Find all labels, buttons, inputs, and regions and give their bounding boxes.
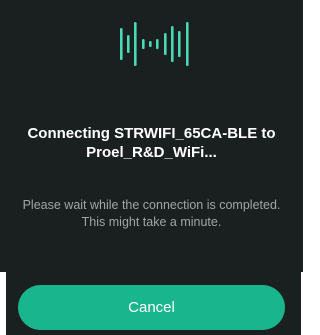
wave-bar	[156, 39, 159, 49]
connection-dialog: Connecting STRWIFI_65CA-BLE to Proel_R&D…	[0, 0, 303, 335]
wave-bar	[127, 35, 130, 53]
wifi-waveform-icon	[120, 22, 189, 66]
page-edge	[0, 272, 6, 335]
wave-bar	[120, 28, 123, 60]
wave-bar	[142, 39, 145, 49]
wave-bar	[186, 22, 189, 66]
wave-bar	[149, 41, 152, 47]
wave-bar	[134, 22, 137, 66]
wave-bar	[171, 26, 174, 62]
wave-bar	[164, 33, 167, 55]
cancel-button[interactable]: Cancel	[18, 285, 285, 330]
connecting-message: Please wait while the connection is comp…	[22, 198, 281, 229]
wave-bar	[178, 31, 181, 57]
page-edge	[301, 272, 303, 335]
connecting-title: Connecting STRWIFI_65CA-BLE to Proel_R&D…	[27, 125, 276, 161]
